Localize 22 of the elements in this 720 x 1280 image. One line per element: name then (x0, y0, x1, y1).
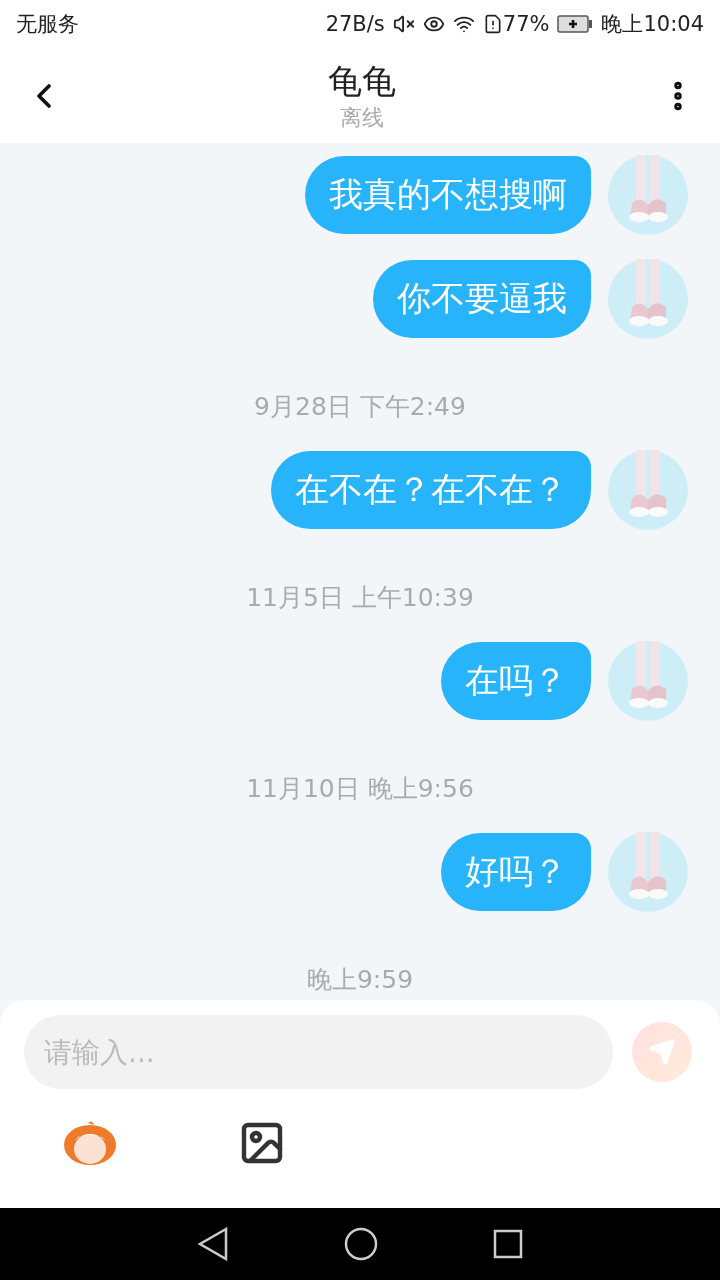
online-status: 离线 (340, 103, 384, 132)
timestamp: 晚上9:59 (306, 966, 414, 994)
message-bubble: 在吗？ (441, 642, 591, 720)
recents-nav-icon[interactable] (492, 1229, 523, 1259)
battery-percent: 77% (502, 12, 550, 36)
timestamp: 11月10日 晚上9:56 (246, 775, 474, 803)
timestamp: 11月5日 上午10:39 (246, 584, 474, 612)
network-speed: 27B/s (325, 12, 385, 36)
sticker-icon[interactable] (62, 1119, 118, 1167)
clock: 晚上10:04 (601, 11, 704, 38)
message-bubble: 我真的不想搜啊 (305, 156, 591, 234)
message-bubble: 你不要逼我 (373, 260, 591, 338)
timestamp: 9月28日 下午2:49 (254, 393, 466, 421)
send-icon (648, 1038, 676, 1066)
message-bubble: 在不在？在不在？ (271, 451, 591, 529)
battery-icon (557, 15, 594, 33)
mute-icon (392, 13, 415, 35)
home-nav-icon[interactable] (344, 1227, 378, 1261)
back-nav-icon[interactable] (197, 1227, 230, 1261)
carrier-text: 无服务 (16, 11, 79, 38)
message-bubble: 好吗？ (441, 833, 591, 911)
chat-title: 龟龟 (328, 59, 396, 103)
